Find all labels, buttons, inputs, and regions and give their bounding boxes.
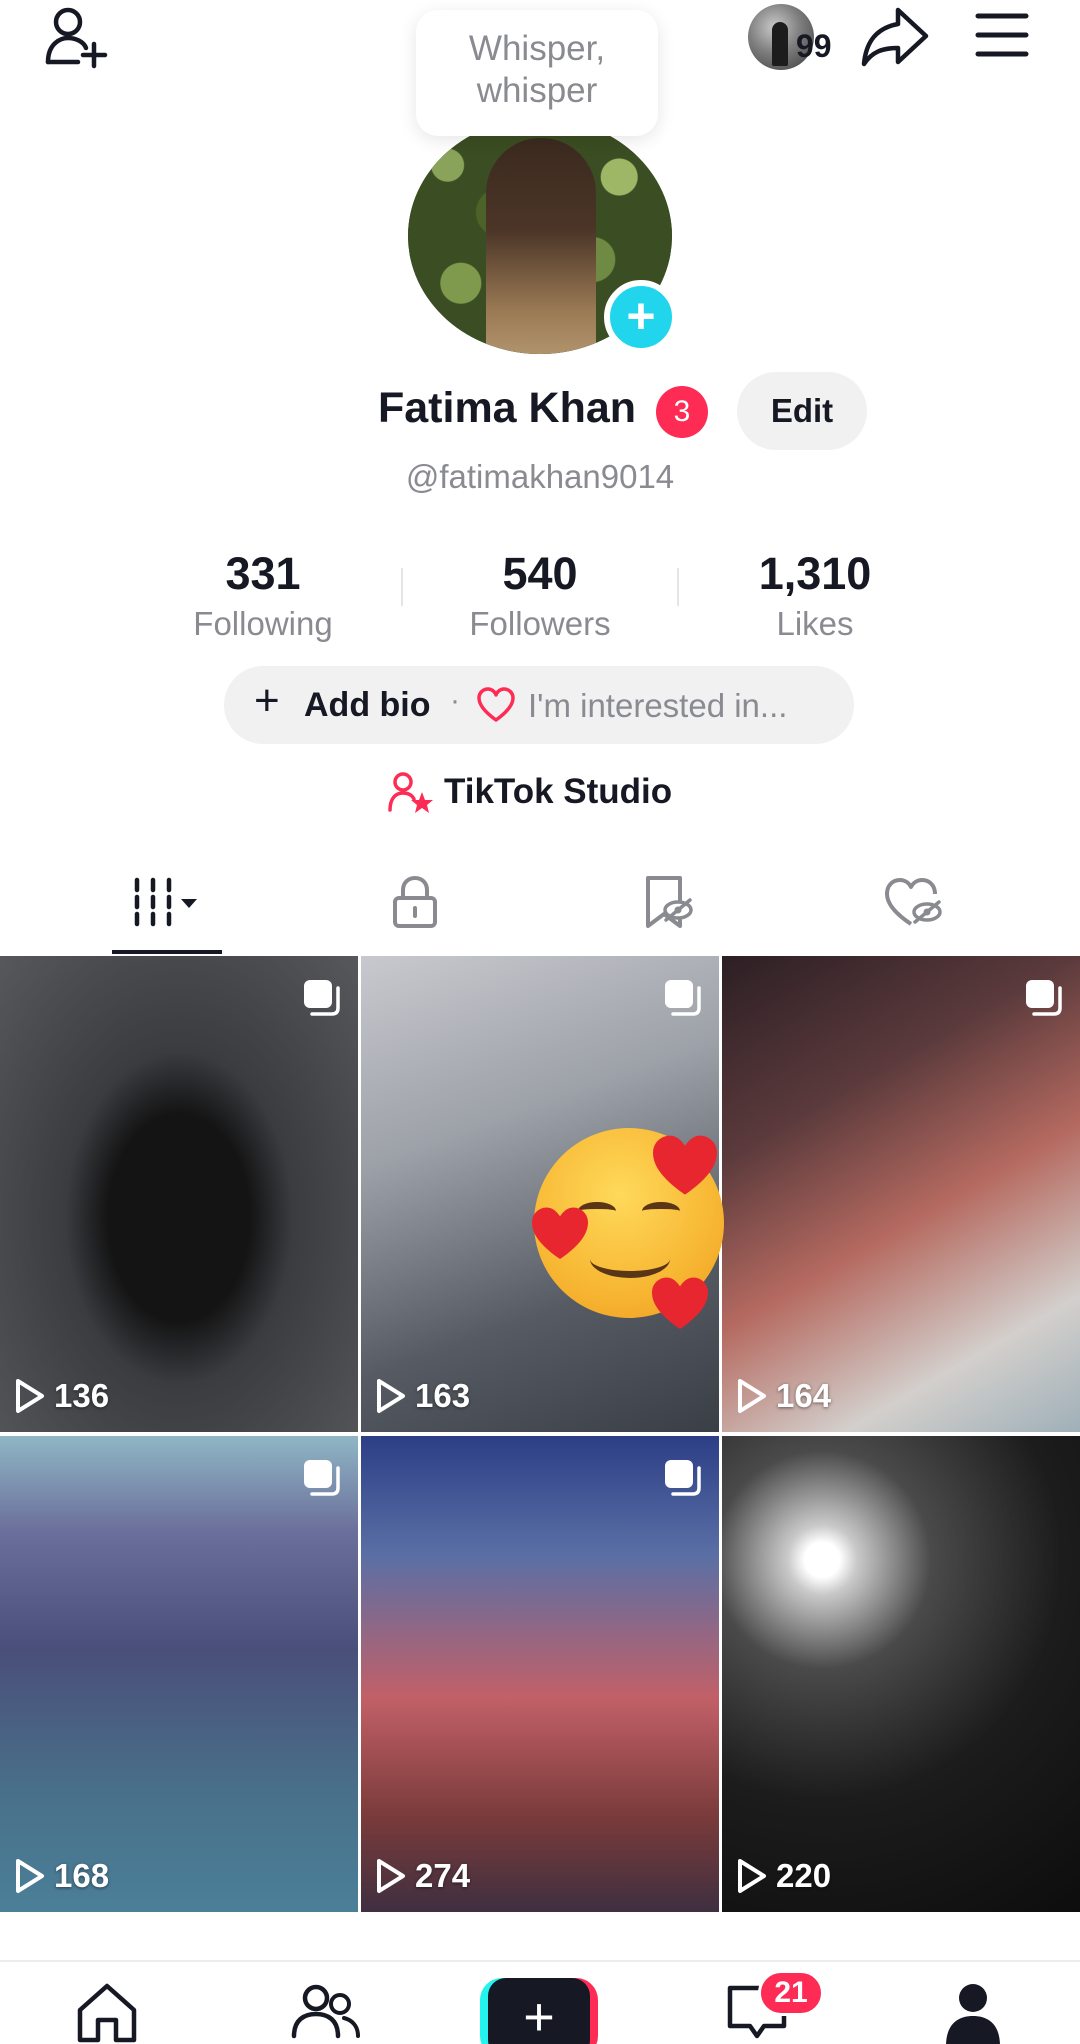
add-bio-plus-icon: + — [254, 676, 280, 725]
add-friend-icon[interactable] — [44, 4, 110, 70]
multi-photo-icon — [665, 1460, 701, 1496]
play-icon — [16, 1379, 44, 1413]
video-tile[interactable]: 168 — [0, 1436, 358, 1912]
followers-count: 540 — [502, 548, 578, 599]
tooltip-line-2: whisper — [476, 71, 598, 110]
followers-label: Followers — [469, 605, 611, 642]
play-icon — [738, 1859, 766, 1893]
home-icon[interactable] — [74, 1980, 140, 2044]
multi-photo-icon — [1026, 980, 1062, 1016]
emoji-eye — [642, 1202, 680, 1220]
create-plus-icon: + — [488, 1978, 590, 2044]
profile-handle: @fatimakhan9014 — [405, 458, 675, 495]
bottom-nav: + — [0, 1960, 1080, 2044]
video-tile[interactable]: 136 — [0, 956, 358, 1432]
play-icon — [377, 1859, 405, 1893]
view-count: 168 — [14, 1852, 109, 1900]
lock-icon — [393, 875, 437, 928]
view-count: 136 — [14, 1372, 109, 1420]
following-label: Following — [193, 605, 333, 642]
play-icon — [16, 1859, 44, 1893]
top-bar: Whisper, whisper 99 — [0, 0, 1080, 140]
whisper-tooltip[interactable]: Whisper, whisper — [416, 10, 658, 136]
multi-photo-icon — [304, 1460, 340, 1496]
stat-divider — [401, 568, 403, 606]
tab-private[interactable] — [280, 860, 550, 954]
videos-grid-icon — [134, 877, 197, 927]
studio-label: TikTok Studio — [444, 772, 673, 811]
add-story-button[interactable]: + — [604, 280, 678, 354]
emoji-mouth — [590, 1240, 670, 1278]
interests-label[interactable]: I'm interested in... — [528, 687, 787, 725]
tab-favorites[interactable] — [531, 860, 801, 954]
add-bio-label[interactable]: Add bio — [304, 686, 431, 725]
likes-count: 1,310 — [758, 548, 872, 599]
view-count: 220 — [736, 1852, 831, 1900]
tab-videos[interactable] — [32, 860, 302, 954]
stat-following[interactable]: 331 Following — [128, 546, 398, 646]
bio-pill[interactable]: + Add bio · I'm interested in... — [224, 666, 854, 744]
heart-icon — [652, 1277, 708, 1330]
bookmark-hidden-icon — [646, 876, 693, 928]
create-button[interactable]: + — [480, 1978, 598, 2044]
multi-photo-icon — [304, 980, 340, 1016]
edit-profile-button[interactable]: Edit — [737, 372, 867, 450]
heart-icon — [532, 1207, 588, 1260]
view-count: 164 — [736, 1372, 831, 1420]
profile-icon[interactable] — [940, 1980, 1006, 2044]
view-count-value: 136 — [54, 1377, 110, 1414]
following-count: 331 — [225, 548, 301, 599]
view-count-value: 220 — [776, 1857, 832, 1894]
inbox-badge: 21 — [758, 1970, 824, 2016]
stat-divider — [677, 568, 679, 606]
multi-photo-icon — [665, 980, 701, 1016]
studio-icon — [388, 772, 433, 813]
view-count: 274 — [375, 1852, 470, 1900]
share-icon[interactable] — [860, 4, 930, 70]
liked-hidden-icon — [885, 878, 942, 926]
tiktok-studio-link[interactable]: TikTok Studio — [388, 768, 708, 814]
tooltip-line-1: Whisper, — [468, 29, 606, 68]
active-tab-indicator — [112, 950, 222, 954]
profile-tabs — [0, 860, 1080, 954]
tab-liked[interactable] — [778, 860, 1048, 954]
likes-label: Likes — [776, 605, 854, 642]
view-count-value: 274 — [415, 1857, 471, 1894]
story-count: 99 — [796, 28, 832, 64]
video-tile[interactable]: 274 — [361, 1436, 719, 1912]
video-tile[interactable]: 220 — [722, 1436, 1080, 1912]
view-count-value: 164 — [776, 1377, 832, 1414]
play-icon — [738, 1379, 766, 1413]
profile-name: Fatima Khan — [378, 384, 637, 432]
stat-likes[interactable]: 1,310 Likes — [680, 546, 950, 646]
stat-followers[interactable]: 540 Followers — [405, 546, 675, 646]
bio-separator: · — [450, 684, 460, 717]
avatar-person — [486, 138, 596, 354]
view-count-value: 168 — [54, 1857, 110, 1894]
profile-name-badge[interactable]: 3 — [656, 386, 708, 438]
view-count-value: 163 — [415, 1377, 471, 1414]
play-icon — [377, 1379, 405, 1413]
view-count: 163 — [375, 1372, 470, 1420]
friends-icon[interactable] — [290, 1980, 362, 2044]
heart-icon — [653, 1135, 717, 1195]
menu-icon[interactable] — [974, 10, 1030, 60]
video-tile[interactable]: 164 — [722, 956, 1080, 1432]
heart-icon — [477, 687, 515, 722]
